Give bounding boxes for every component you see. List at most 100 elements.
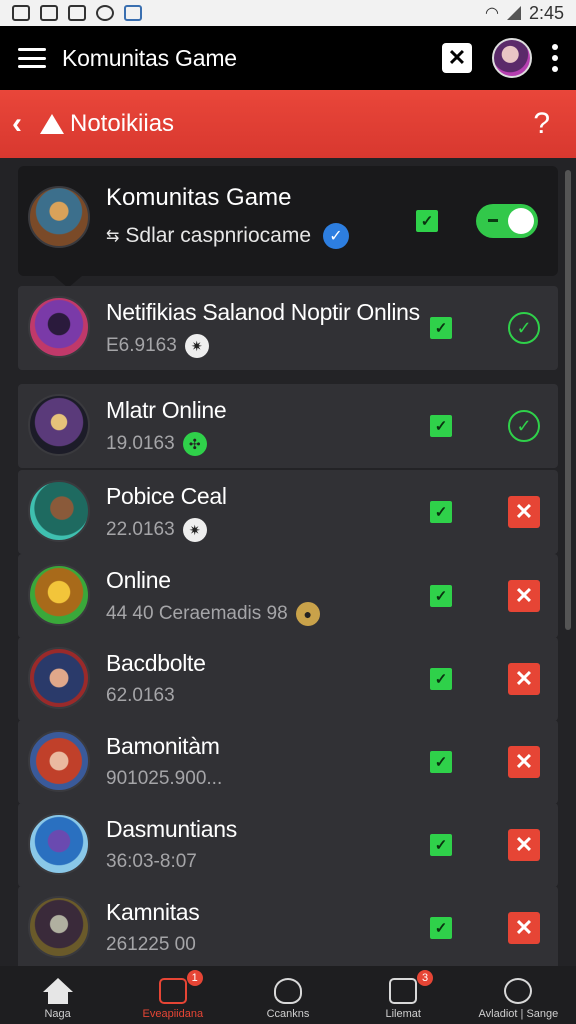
list-item[interactable]: Pobice Ceal 22.0163 ✷ ✓ ✕ bbox=[18, 470, 558, 554]
item-meta: 261225 00 bbox=[106, 934, 196, 956]
nav-label: Eveapiidana bbox=[142, 1008, 204, 1020]
nav-label: Avladiot | Sange bbox=[478, 1008, 559, 1020]
list-item[interactable]: Bacdbolte 62.0163 ✓ ✕ bbox=[18, 637, 558, 721]
close-icon[interactable]: ✕ bbox=[508, 496, 540, 528]
notification-badge: 1 bbox=[186, 970, 203, 986]
item-checkbox[interactable]: ✓ bbox=[430, 501, 452, 523]
game-avatar bbox=[28, 730, 90, 792]
notification-badge: 3 bbox=[417, 970, 434, 986]
item-meta-text: 901025.900... bbox=[106, 768, 223, 789]
gallery-icon bbox=[124, 5, 142, 21]
item-checkbox[interactable]: ✓ bbox=[430, 317, 452, 339]
item-title: Online bbox=[106, 567, 171, 593]
list-item[interactable]: Mlatr Online 19.0163 ✣ ✓ ✓ bbox=[18, 384, 558, 468]
game-avatar bbox=[28, 813, 90, 875]
list-item[interactable]: Bamonitàm 901025.900... ✓ ✕ bbox=[18, 720, 558, 804]
settings-icon: ✷ bbox=[182, 518, 207, 542]
nav-label: Ccankns bbox=[266, 1008, 310, 1020]
game-avatar bbox=[28, 564, 90, 626]
list-item[interactable]: Dasmuntians 36:03-8:07 ✓ ✕ bbox=[18, 803, 558, 887]
notification-list[interactable]: Komunitas Game ⇆ Sdlar caspnriocame ✓ ✓ … bbox=[0, 158, 576, 966]
item-meta-text: 36:03-8:07 bbox=[106, 851, 197, 872]
item-title: Dasmuntians bbox=[106, 816, 237, 842]
item-meta: 44 40 Ceraemadis 98 ● bbox=[106, 602, 320, 626]
close-icon[interactable]: ✕ bbox=[508, 663, 540, 695]
list-item[interactable]: Online 44 40 Ceraemadis 98 ● ✓ ✕ bbox=[18, 554, 558, 638]
tools-icon[interactable]: ✕ bbox=[442, 43, 472, 73]
item-meta: 22.0163 ✷ bbox=[106, 518, 207, 542]
item-title: Bamonitàm bbox=[106, 733, 220, 759]
item-checkbox[interactable]: ✓ bbox=[430, 751, 452, 773]
community-subtitle: ⇆ Sdlar caspnriocame ✓ bbox=[106, 223, 349, 249]
item-title: Bacdbolte bbox=[106, 650, 206, 676]
app-bar: Komunitas Game ✕ bbox=[0, 26, 576, 90]
community-checkbox[interactable]: ✓ bbox=[416, 210, 438, 232]
edit-icon bbox=[158, 978, 187, 1004]
item-checkbox[interactable]: ✓ bbox=[430, 415, 452, 437]
clock-icon bbox=[96, 5, 114, 21]
game-avatar bbox=[28, 296, 90, 358]
compass-icon bbox=[504, 978, 533, 1004]
bottom-nav: Naga 1 Eveapiidana Ccankns 3 Lilemat Avl… bbox=[0, 966, 576, 1024]
community-toggle[interactable] bbox=[476, 204, 538, 238]
item-checkbox[interactable]: ✓ bbox=[430, 834, 452, 856]
nav-notifications[interactable]: 1 Eveapiidana bbox=[115, 966, 230, 1024]
item-meta-text: E6.9163 bbox=[106, 335, 177, 356]
eye-icon bbox=[274, 978, 302, 1004]
item-meta: E6.9163 ✷ bbox=[106, 334, 209, 358]
nav-home[interactable]: Naga bbox=[0, 966, 115, 1024]
item-checkbox[interactable]: ✓ bbox=[430, 917, 452, 939]
item-title: Pobice Ceal bbox=[106, 483, 227, 509]
check-circle-icon[interactable]: ✓ bbox=[508, 410, 540, 442]
item-meta-text: 261225 00 bbox=[106, 934, 196, 955]
game-avatar bbox=[28, 394, 90, 456]
back-chevron-icon[interactable]: ‹ bbox=[12, 107, 22, 141]
close-icon[interactable]: ✕ bbox=[508, 746, 540, 778]
signal-icon bbox=[506, 6, 521, 20]
close-icon[interactable]: ✕ bbox=[508, 829, 540, 861]
nav-label: Naga bbox=[44, 1008, 71, 1020]
list-item[interactable]: Kamnitas 261225 00 ✓ ✕ bbox=[18, 886, 558, 966]
item-title: Netifikias Salanod Noptir Onlins bbox=[106, 299, 420, 325]
more-options-icon[interactable] bbox=[552, 44, 558, 72]
menu-icon[interactable] bbox=[18, 48, 46, 68]
list-item[interactable]: Netifikias Salanod Noptir Onlins E6.9163… bbox=[18, 286, 558, 370]
verified-icon: ✓ bbox=[323, 223, 349, 249]
game-controller-icon: ✣ bbox=[182, 432, 207, 456]
link-icon: ⇆ bbox=[106, 228, 120, 245]
nav-library[interactable]: 3 Lilemat bbox=[346, 966, 461, 1024]
item-checkbox[interactable]: ✓ bbox=[430, 585, 452, 607]
status-time: 2:45 bbox=[528, 2, 564, 23]
coin-icon: ● bbox=[295, 602, 320, 626]
item-meta-text: 19.0163 bbox=[106, 433, 175, 454]
item-meta: 19.0163 ✣ bbox=[106, 432, 207, 456]
notification-icon bbox=[12, 5, 30, 21]
nav-settings[interactable]: Avladiot | Sange bbox=[461, 966, 576, 1024]
help-icon[interactable]: ? bbox=[533, 107, 550, 141]
image-icon bbox=[40, 5, 58, 21]
wifi-icon: ◠ bbox=[484, 5, 499, 22]
scrollbar[interactable] bbox=[565, 170, 571, 630]
community-avatar bbox=[28, 186, 90, 248]
target-icon bbox=[389, 978, 418, 1004]
item-meta-text: 62.0163 bbox=[106, 685, 175, 706]
status-bar: ◠ 2:45 bbox=[0, 0, 576, 26]
camera-icon bbox=[68, 5, 86, 21]
close-icon[interactable]: ✕ bbox=[508, 580, 540, 612]
item-title: Mlatr Online bbox=[106, 397, 227, 423]
nav-scan[interactable]: Ccankns bbox=[230, 966, 345, 1024]
app-title: Komunitas Game bbox=[62, 44, 237, 71]
game-avatar bbox=[28, 647, 90, 709]
item-checkbox[interactable]: ✓ bbox=[430, 668, 452, 690]
check-circle-icon[interactable]: ✓ bbox=[508, 312, 540, 344]
page-title: Notoikiias bbox=[70, 110, 175, 137]
community-title: Komunitas Game bbox=[106, 184, 292, 211]
item-meta-text: 44 40 Ceraemadis 98 bbox=[106, 603, 288, 624]
game-avatar bbox=[28, 896, 90, 958]
community-card: Komunitas Game ⇆ Sdlar caspnriocame ✓ ✓ bbox=[18, 166, 558, 288]
item-meta: 36:03-8:07 bbox=[106, 851, 197, 873]
community-subtitle-text: Sdlar caspnriocame bbox=[125, 224, 311, 247]
settings-icon: ✷ bbox=[184, 334, 209, 358]
close-icon[interactable]: ✕ bbox=[508, 912, 540, 944]
user-avatar[interactable] bbox=[492, 38, 532, 78]
